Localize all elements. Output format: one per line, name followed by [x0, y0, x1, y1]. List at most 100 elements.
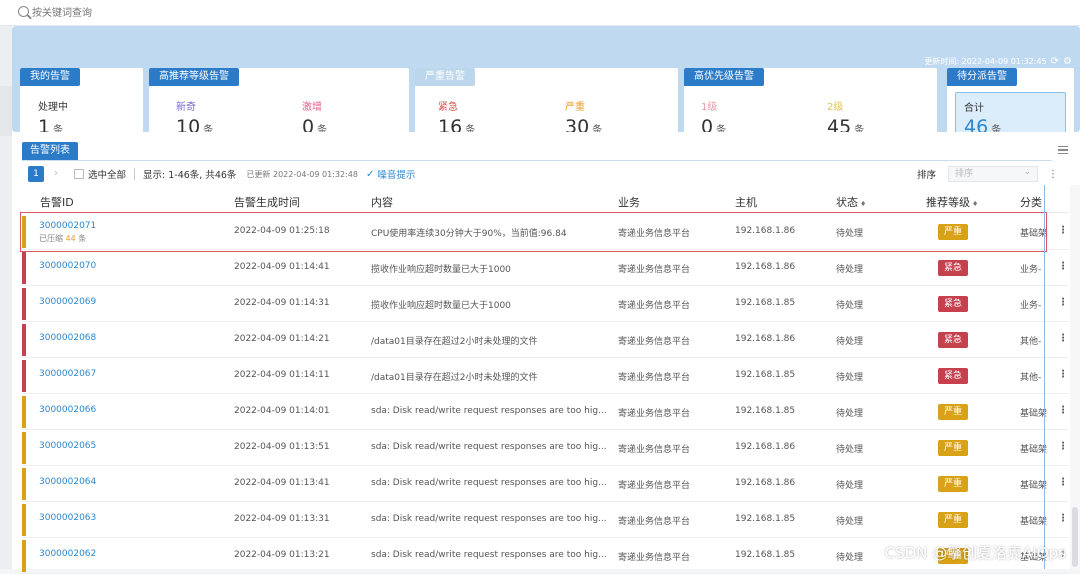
status-cell: 待处理 [836, 226, 863, 239]
content-cell[interactable]: sda: Disk read/write request responses a… [371, 478, 607, 488]
table-row[interactable]: 30000020652022-04-09 01:13:51sda: Disk r… [22, 430, 1068, 466]
col-status[interactable]: 状态♦ [836, 194, 866, 210]
col-host: 主机 [735, 194, 757, 210]
content-cell[interactable]: sda: Disk read/write request responses a… [371, 514, 607, 524]
alert-id-link[interactable]: 3000002064 [39, 477, 96, 487]
alert-id-link[interactable]: 3000002065 [39, 441, 96, 451]
sort-icon: ♦ [972, 200, 978, 208]
level-cell: 严重 [938, 224, 968, 240]
row-more-icon[interactable]: ⋮ [1058, 405, 1068, 416]
host-cell: 192.168.1.86 [735, 262, 795, 272]
host-cell: 192.168.1.85 [735, 370, 795, 380]
business-cell: 寄递业务信息平台 [618, 550, 690, 563]
col-id: 告警ID [40, 194, 74, 210]
table-row[interactable]: 3000002071已压缩 44 条2022-04-09 01:25:18CPU… [22, 214, 1068, 250]
table-row[interactable]: 30000020662022-04-09 01:14:01sda: Disk r… [22, 394, 1068, 430]
alert-id-link[interactable]: 3000002071 [39, 221, 96, 231]
alert-id-cell: 3000002066 [39, 405, 96, 415]
more-icon[interactable]: ⋮ [1048, 169, 1058, 180]
content-cell[interactable]: /data01目录存在超过2小时未处理的文件 [371, 334, 607, 347]
noise-hint-toggle[interactable]: ✓噪音提示 [366, 167, 415, 181]
status-cell: 待处理 [836, 406, 863, 419]
sort-select[interactable]: 排序 [948, 166, 1038, 182]
refresh-icon[interactable]: ⟳ [1051, 56, 1059, 67]
alert-id-link[interactable]: 3000002070 [39, 261, 96, 271]
alert-id-link[interactable]: 3000002066 [39, 405, 96, 415]
severity-bar [22, 252, 26, 284]
scroll-thumb[interactable] [1072, 507, 1078, 567]
severity-bar [22, 324, 26, 356]
content-cell[interactable]: sda: Disk read/write request responses a… [371, 550, 607, 560]
alert-id-link[interactable]: 3000002063 [39, 513, 96, 523]
business-cell: 寄递业务信息平台 [618, 334, 690, 347]
row-more-icon[interactable]: ⋮ [1058, 333, 1068, 344]
time-cell: 2022-04-09 01:14:21 [234, 334, 330, 344]
metric-label: 激增 [302, 98, 327, 113]
table-row[interactable]: 30000020672022-04-09 01:14:11/data01目录存在… [22, 358, 1068, 394]
menu-icon[interactable] [1058, 146, 1068, 154]
list-toolbar: 1 › 选中全部 显示: 1-46条, 共46条 已更新 2022-04-09 … [28, 165, 415, 183]
alert-list-panel: 告警列表 1 › 选中全部 显示: 1-46条, 共46条 已更新 2022-0… [12, 132, 1080, 569]
content-cell[interactable]: CPU使用率连续30分钟大于90%，当前值:96.84 [371, 226, 607, 239]
search-input[interactable] [32, 4, 332, 22]
card-title: 我的告警 [20, 68, 80, 86]
alert-id-link[interactable]: 3000002062 [39, 549, 96, 559]
gear-icon[interactable]: ⚙ [1063, 56, 1072, 67]
row-more-icon[interactable]: ⋮ [1058, 297, 1068, 308]
vertical-scrollbar[interactable] [1070, 185, 1080, 569]
select-all-label[interactable]: 选中全部 [88, 167, 126, 181]
business-cell: 寄递业务信息平台 [618, 442, 690, 455]
content-cell[interactable]: 揽收作业响应超时数量已大于1000 [371, 262, 607, 275]
select-all-checkbox[interactable] [74, 169, 84, 179]
status-cell: 待处理 [836, 550, 863, 563]
business-cell: 寄递业务信息平台 [618, 514, 690, 527]
table-header: 告警ID 告警生成时间 内容 业务 主机 状态♦ 推荐等级♦ 分类 [22, 189, 1068, 213]
row-more-icon[interactable]: ⋮ [1058, 225, 1068, 236]
business-cell: 寄递业务信息平台 [618, 298, 690, 311]
row-more-icon[interactable]: ⋮ [1058, 441, 1068, 452]
metric-label: 合计 [964, 99, 1057, 114]
col-level[interactable]: 推荐等级♦ [926, 194, 978, 210]
table-row[interactable]: 30000020702022-04-09 01:14:41揽收作业响应超时数量已… [22, 250, 1068, 286]
alert-id-cell: 3000002065 [39, 441, 96, 451]
update-time-label: 更新时间: 2022-04-09 01:32:45 [924, 56, 1046, 67]
content-cell[interactable]: sda: Disk read/write request responses a… [371, 442, 607, 452]
chevron-right-icon[interactable]: › [48, 166, 64, 182]
level-badge: 紧急 [938, 368, 968, 384]
level-cell: 紧急 [938, 368, 968, 384]
level-cell: 严重 [938, 440, 968, 456]
page-button-1[interactable]: 1 [28, 166, 44, 182]
row-more-icon[interactable]: ⋮ [1058, 261, 1068, 272]
time-cell: 2022-04-09 01:13:21 [234, 550, 330, 560]
card-title: 待分派告警 [947, 68, 1017, 86]
alert-id-link[interactable]: 3000002068 [39, 333, 96, 343]
alert-id-link[interactable]: 3000002069 [39, 297, 96, 307]
tab-alert-list[interactable]: 告警列表 [22, 142, 78, 160]
row-more-icon[interactable]: ⋮ [1058, 369, 1068, 380]
business-cell: 寄递业务信息平台 [618, 406, 690, 419]
table-row[interactable]: 30000020642022-04-09 01:13:41sda: Disk r… [22, 466, 1068, 502]
row-more-icon[interactable]: ⋮ [1058, 477, 1068, 488]
content-cell[interactable]: /data01目录存在超过2小时未处理的文件 [371, 370, 607, 383]
col-time[interactable]: 告警生成时间 [234, 194, 300, 210]
metric-label: 新奇 [176, 98, 213, 113]
table-row[interactable]: 3000002068 2022-04-09 01:14:21/data01目录存在… [22, 322, 1068, 358]
table-row[interactable]: 30000020632022-04-09 01:13:31sda: Disk r… [22, 502, 1068, 538]
row-more-icon[interactable]: ⋮ [1058, 513, 1068, 524]
alert-id-link[interactable]: 3000002067 [39, 369, 96, 379]
business-cell: 寄递业务信息平台 [618, 262, 690, 275]
search-icon[interactable] [18, 6, 29, 17]
level-cell: 紧急 [938, 260, 968, 276]
time-cell: 2022-04-09 01:14:31 [234, 298, 330, 308]
content-cell[interactable]: sda: Disk read/write request responses a… [371, 406, 607, 416]
alert-id-cell: 3000002067 [39, 369, 96, 379]
compressed-note: 已压缩 44 条 [39, 233, 96, 244]
severity-bar [22, 504, 26, 536]
col-content: 内容 [371, 194, 393, 210]
status-cell: 待处理 [836, 262, 863, 275]
content-cell[interactable]: 揽收作业响应超时数量已大于1000 [371, 298, 607, 311]
updated-time: 已更新 2022-04-09 01:32:48 [246, 169, 358, 180]
host-cell: 192.168.1.85 [735, 406, 795, 416]
table-row[interactable]: 3000002069 2022-04-09 01:14:31 揽收作业响应超时数量已… [22, 286, 1068, 322]
level-badge: 严重 [938, 224, 968, 240]
